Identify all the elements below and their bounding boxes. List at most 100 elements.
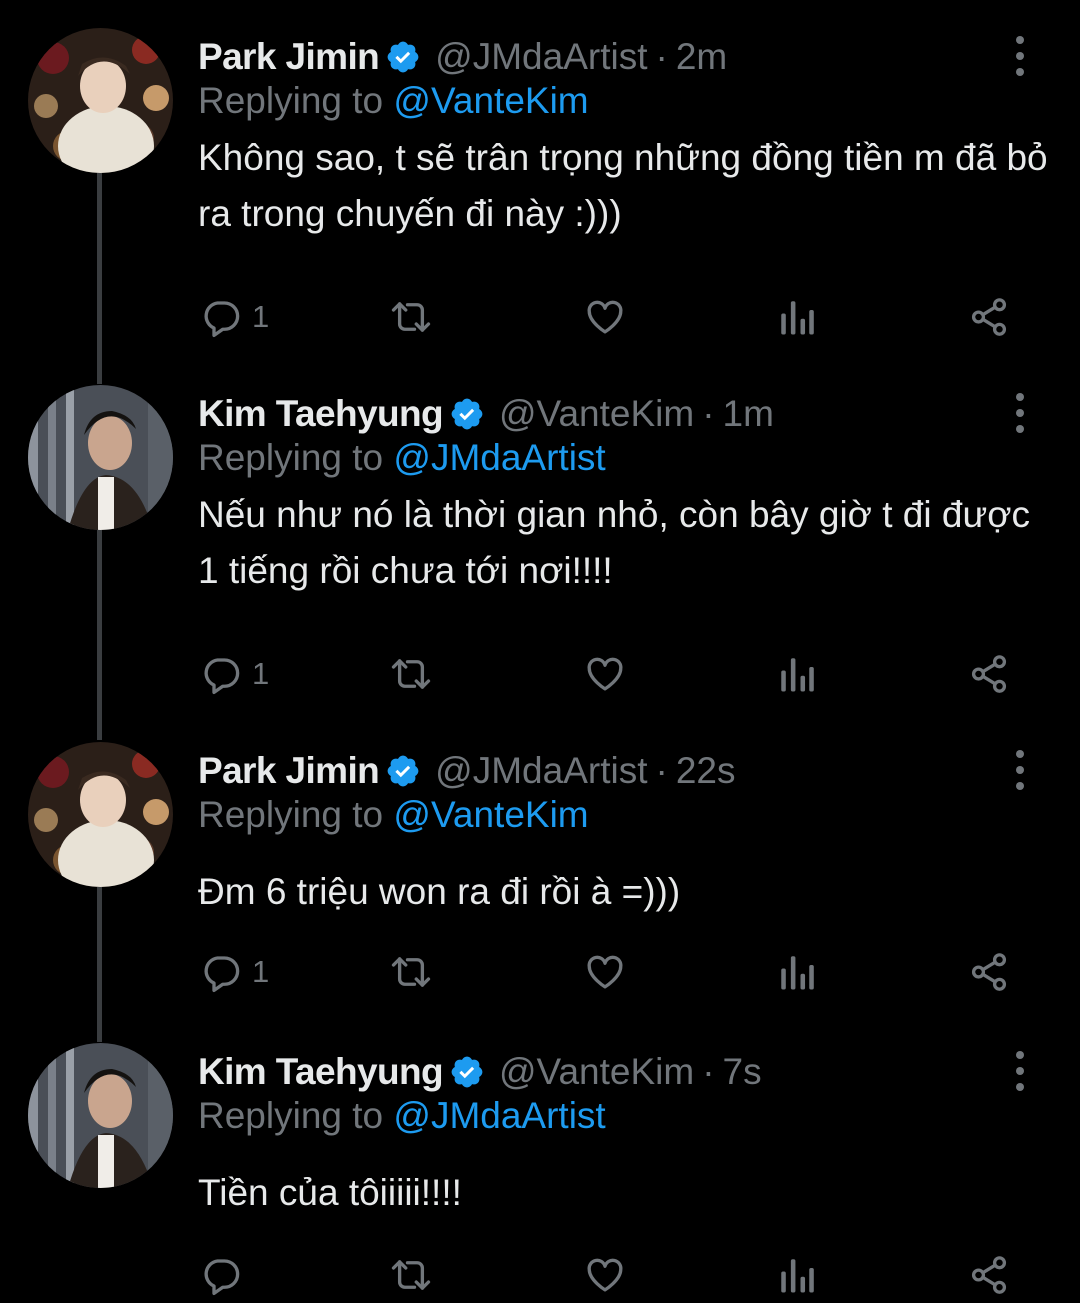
- display-name[interactable]: Park Jimin: [198, 36, 380, 78]
- replying-to: Replying to @JMdaArtist: [198, 1095, 606, 1137]
- avatar[interactable]: [28, 742, 173, 887]
- reply-button[interactable]: [200, 1250, 252, 1300]
- username-handle[interactable]: @VanteKim: [499, 393, 694, 435]
- timestamp[interactable]: 1m: [723, 393, 774, 435]
- tweet-header: Park Jimin @JMdaArtist · 2m: [198, 32, 727, 82]
- like-icon: [587, 300, 623, 334]
- tweet[interactable]: Park Jimin @JMdaArtist · 2m Replying to …: [0, 28, 1080, 362]
- timestamp[interactable]: 2m: [676, 36, 727, 78]
- analytics-icon: [781, 658, 814, 692]
- tweet-actions: 1: [198, 947, 1028, 997]
- replying-to-label: Replying to: [198, 437, 384, 478]
- tweet-actions: [198, 1250, 1028, 1300]
- analytics-button[interactable]: [778, 947, 816, 997]
- reply-count: 1: [252, 954, 270, 989]
- reply-icon: [204, 658, 240, 695]
- verified-badge-icon: [449, 396, 485, 432]
- display-name[interactable]: Kim Taehyung: [198, 393, 444, 435]
- replying-to-label: Replying to: [198, 1095, 384, 1136]
- replying-to-label: Replying to: [198, 80, 384, 121]
- verified-badge-icon: [385, 39, 421, 75]
- reply-icon: [204, 301, 240, 338]
- analytics-button[interactable]: [778, 649, 816, 699]
- like-icon: [587, 955, 623, 989]
- username-handle[interactable]: @JMdaArtist: [435, 36, 647, 78]
- more-options-icon[interactable]: [1008, 36, 1032, 76]
- tweet[interactable]: Park Jimin @JMdaArtist · 22s Replying to…: [0, 742, 1080, 1006]
- avatar[interactable]: [28, 385, 173, 530]
- analytics-icon: [781, 956, 814, 990]
- analytics-button[interactable]: [778, 1250, 816, 1300]
- timestamp[interactable]: 7s: [723, 1051, 762, 1093]
- analytics-button[interactable]: [778, 292, 816, 342]
- more-options-icon[interactable]: [1008, 750, 1032, 790]
- replying-to-mention[interactable]: @VanteKim: [393, 794, 588, 835]
- timestamp[interactable]: 22s: [676, 750, 736, 792]
- replying-to: Replying to @VanteKim: [198, 794, 589, 836]
- retweet-icon: [391, 1260, 431, 1290]
- display-name[interactable]: Park Jimin: [198, 750, 380, 792]
- reply-icon: [204, 1259, 240, 1296]
- display-name[interactable]: Kim Taehyung: [198, 1051, 444, 1093]
- share-icon: [971, 298, 1007, 336]
- username-handle[interactable]: @VanteKim: [499, 1051, 694, 1093]
- analytics-icon: [781, 301, 814, 335]
- replying-to: Replying to @JMdaArtist: [198, 437, 606, 479]
- more-options-icon[interactable]: [1008, 393, 1032, 433]
- share-button[interactable]: [968, 292, 1010, 342]
- replying-to-label: Replying to: [198, 794, 384, 835]
- like-button[interactable]: [583, 292, 627, 342]
- avatar[interactable]: [28, 28, 173, 173]
- analytics-icon: [781, 1259, 814, 1293]
- reply-button[interactable]: 1: [200, 947, 269, 997]
- reply-button[interactable]: 1: [200, 292, 269, 342]
- like-button[interactable]: [583, 1250, 627, 1300]
- like-button[interactable]: [583, 649, 627, 699]
- tweet-header: Park Jimin @JMdaArtist · 22s: [198, 746, 735, 796]
- reply-button[interactable]: 1: [200, 649, 269, 699]
- tweet-text: Tiền của tôiiiii!!!!: [198, 1172, 462, 1213]
- share-icon: [971, 655, 1007, 693]
- replying-to: Replying to @VanteKim: [198, 80, 589, 122]
- time-separator: ·: [702, 393, 715, 434]
- share-icon: [971, 953, 1007, 991]
- replying-to-mention[interactable]: @VanteKim: [393, 80, 588, 121]
- retweet-icon: [391, 957, 431, 987]
- verified-badge-icon: [385, 753, 421, 789]
- verified-badge-icon: [449, 1054, 485, 1090]
- tweet-header: Kim Taehyung @VanteKim · 1m: [198, 389, 774, 439]
- retweet-button[interactable]: [388, 1250, 434, 1300]
- reply-icon: [204, 956, 240, 993]
- reply-count: 1: [252, 656, 270, 691]
- tweet-actions: 1: [198, 292, 1028, 342]
- username-handle[interactable]: @JMdaArtist: [435, 750, 647, 792]
- like-icon: [587, 1258, 623, 1292]
- tweet[interactable]: Kim Taehyung @VanteKim · 7s Replying to …: [0, 1043, 1080, 1303]
- reply-thread: Park Jimin @JMdaArtist · 2m Replying to …: [0, 0, 1080, 1303]
- tweet[interactable]: Kim Taehyung @VanteKim · 1m Replying to …: [0, 385, 1080, 719]
- avatar[interactable]: [28, 1043, 173, 1188]
- share-button[interactable]: [968, 1250, 1010, 1300]
- retweet-icon: [391, 302, 431, 332]
- time-separator: ·: [655, 750, 668, 791]
- retweet-button[interactable]: [388, 947, 434, 997]
- tweet-text: Đm 6 triệu won ra đi rồi à =))): [198, 871, 681, 912]
- tweet-text: Không sao, t sẽ trân trọng những đồng ti…: [198, 137, 1048, 234]
- retweet-icon: [391, 659, 431, 689]
- like-icon: [587, 657, 623, 691]
- reply-count: 1: [252, 299, 270, 334]
- replying-to-mention[interactable]: @JMdaArtist: [393, 1095, 605, 1136]
- share-button[interactable]: [968, 947, 1010, 997]
- tweet-text: Nếu như nó là thời gian nhỏ, còn bây giờ…: [198, 494, 1030, 591]
- retweet-button[interactable]: [388, 292, 434, 342]
- retweet-button[interactable]: [388, 649, 434, 699]
- tweet-actions: 1: [198, 649, 1028, 699]
- share-icon: [971, 1256, 1007, 1294]
- replying-to-mention[interactable]: @JMdaArtist: [393, 437, 605, 478]
- more-options-icon[interactable]: [1008, 1051, 1032, 1091]
- share-button[interactable]: [968, 649, 1010, 699]
- time-separator: ·: [655, 36, 668, 77]
- like-button[interactable]: [583, 947, 627, 997]
- tweet-header: Kim Taehyung @VanteKim · 7s: [198, 1047, 762, 1097]
- time-separator: ·: [702, 1051, 715, 1092]
